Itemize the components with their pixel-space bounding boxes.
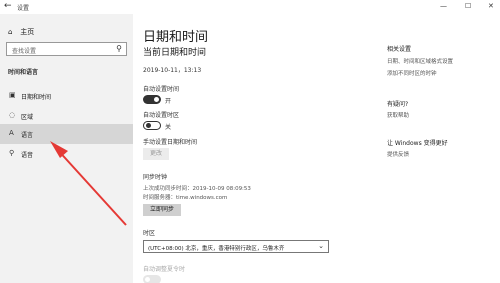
manual-datetime-label: 手动设置日期和时间 [143, 139, 198, 146]
timezone-label: 时区 [143, 230, 156, 237]
timezone-select[interactable]: (UTC+08:00) 北京，重庆，香港特别行政区，乌鲁木齐 ⌄ [143, 240, 329, 253]
improve-windows-heading: 让 Windows 变得更好 [387, 140, 448, 147]
auto-zone-label: 自动设置时区 [143, 112, 180, 119]
time-server-text: 时间服务器：time.windows.com [143, 195, 228, 201]
related-link-formats[interactable]: 日期、时间和区域格式设置 [387, 57, 453, 65]
dst-label: 自动调整夏令时 [143, 266, 186, 273]
toggle-knob [145, 277, 150, 282]
toggle-knob [154, 97, 159, 102]
auto-time-state: 开 [165, 98, 172, 105]
get-help-link[interactable]: 获取帮助 [387, 111, 409, 119]
toggle-knob [146, 123, 151, 128]
sync-now-button[interactable]: 立即同步 [143, 204, 181, 216]
arrow-shaft [55, 147, 127, 226]
related-link-clocks[interactable]: 添加不同时区的时钟 [387, 69, 437, 77]
current-datetime-heading: 当前日期和时间 [143, 48, 207, 58]
current-datetime-value: 2019-10-11，13:13 [143, 67, 202, 74]
sync-heading: 同步时钟 [143, 174, 168, 181]
timezone-value: (UTC+08:00) 北京，重庆，香港特别行政区，乌鲁木齐 [148, 246, 285, 252]
main-panel: 日期和时间 当前日期和时间 2019-10-11，13:13 自动设置时间 开 … [133, 14, 500, 283]
dst-toggle[interactable] [143, 275, 161, 283]
auto-zone-toggle[interactable] [143, 121, 161, 130]
auto-time-label: 自动设置时间 [143, 86, 180, 93]
auto-time-toggle[interactable] [143, 95, 161, 104]
auto-zone-state: 关 [165, 124, 172, 131]
help-heading: 有疑问? [387, 101, 409, 108]
page-title: 日期和时间 [143, 30, 209, 45]
last-sync-text: 上次成功同步时间：2019-10-09 08:09:53 [143, 186, 251, 192]
change-button[interactable]: 更改 [143, 148, 169, 160]
chevron-down-icon: ⌄ [318, 242, 324, 250]
arrow-head [50, 141, 68, 158]
feedback-link[interactable]: 提供反馈 [387, 150, 409, 158]
related-settings-heading: 相关设置 [387, 46, 412, 53]
